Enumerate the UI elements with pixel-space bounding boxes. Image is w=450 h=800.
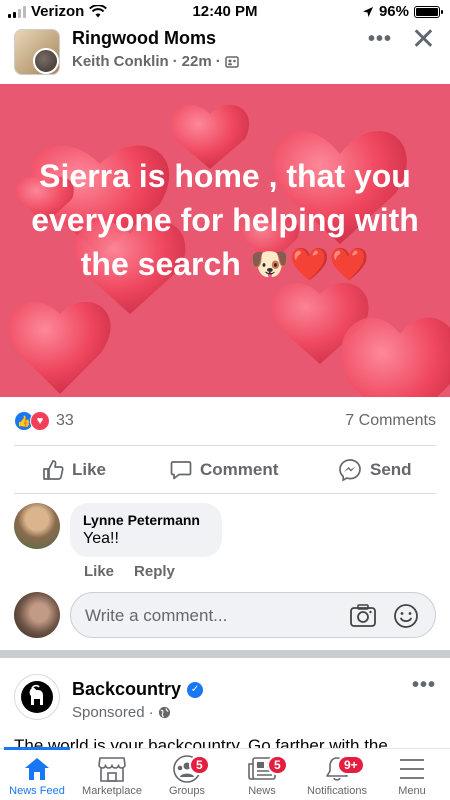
active-tab-indicator <box>4 747 70 750</box>
emoji-icon[interactable] <box>393 603 419 629</box>
comment-actions: Like Reply <box>84 563 175 580</box>
comment-button[interactable]: Comment <box>170 459 278 481</box>
group-privacy-icon <box>224 55 239 68</box>
group-avatar[interactable] <box>14 29 60 75</box>
post-actions: Like Comment Send <box>0 452 450 488</box>
reactions-summary[interactable]: 👍 ♥ 33 7 Comments <box>14 408 436 434</box>
post-banner[interactable]: Sierra is home , that you everyone for h… <box>0 84 450 397</box>
status-bar: Verizon 12:40 PM 96% <box>0 0 450 24</box>
comment-placeholder: Write a comment... <box>85 606 228 625</box>
comment-like-button[interactable]: Like <box>84 563 114 580</box>
divider <box>14 445 436 446</box>
reaction-count: 33 <box>56 412 74 429</box>
notifications-badge: 9+ <box>337 755 365 775</box>
comment-author[interactable]: Lynne Petermann <box>83 512 209 528</box>
close-icon[interactable]: ✕ <box>411 22 436 57</box>
goat-logo-icon <box>21 681 53 713</box>
tab-news[interactable]: 5 News <box>222 753 302 797</box>
comment-input[interactable]: Write a comment... <box>70 592 436 638</box>
groups-badge: 5 <box>189 755 210 775</box>
battery-percent: 96% <box>378 3 409 20</box>
divider <box>14 493 436 494</box>
post-header: Ringwood Moms Keith Conklin · 22m · ••• … <box>0 22 450 84</box>
globe-icon <box>158 706 170 719</box>
tab-groups[interactable]: 5 Groups <box>147 753 227 797</box>
post-time: 22m <box>181 53 212 70</box>
sponsor-name[interactable]: Backcountry ✓ <box>72 679 204 700</box>
home-icon <box>25 758 49 780</box>
post-meta: Keith Conklin · 22m · <box>72 53 239 70</box>
comment-reply-button[interactable]: Reply <box>134 563 175 580</box>
comments-count[interactable]: 7 Comments <box>345 412 436 430</box>
camera-icon[interactable] <box>349 603 377 629</box>
messenger-icon <box>339 459 361 482</box>
author-name[interactable]: Keith Conklin <box>72 53 169 70</box>
sponsor-avatar[interactable] <box>14 674 60 720</box>
tab-notifications[interactable]: 9+ Notifications <box>297 753 377 797</box>
battery-icon <box>414 5 443 18</box>
send-button[interactable]: Send <box>338 458 412 482</box>
comment-bubble[interactable]: Lynne Petermann Yea!! <box>70 503 222 557</box>
sponsor-more-icon[interactable]: ••• <box>412 674 436 697</box>
tab-bar: News Feed Marketplace 5 Groups 5 News 9+… <box>0 747 450 800</box>
author-avatar <box>33 48 59 74</box>
comment-label: Comment <box>200 460 279 479</box>
sponsor-meta: Sponsored · <box>72 704 171 721</box>
like-label: Like <box>72 460 107 479</box>
comment-text: Yea!! <box>83 530 119 547</box>
like-button[interactable]: Like <box>42 459 106 481</box>
shop-icon <box>98 757 126 782</box>
send-label: Send <box>370 460 412 479</box>
like-icon <box>43 460 64 480</box>
banner-text: Sierra is home , that you everyone for h… <box>31 158 419 282</box>
menu-icon <box>400 759 424 779</box>
commenter-avatar[interactable] <box>14 503 60 549</box>
more-options-icon[interactable]: ••• <box>368 28 392 51</box>
sponsored-label: Sponsored <box>72 704 145 721</box>
my-avatar <box>14 592 60 638</box>
tab-menu[interactable]: Menu <box>372 753 450 797</box>
verified-badge-icon: ✓ <box>187 681 204 698</box>
comment-icon <box>170 461 192 480</box>
love-reaction-icon: ♥ <box>30 411 50 431</box>
location-arrow-icon <box>362 6 373 17</box>
tab-marketplace[interactable]: Marketplace <box>72 753 152 797</box>
tab-news-feed[interactable]: News Feed <box>0 753 77 797</box>
news-badge: 5 <box>267 755 288 775</box>
feed-separator <box>0 650 450 658</box>
group-name[interactable]: Ringwood Moms <box>72 28 216 49</box>
